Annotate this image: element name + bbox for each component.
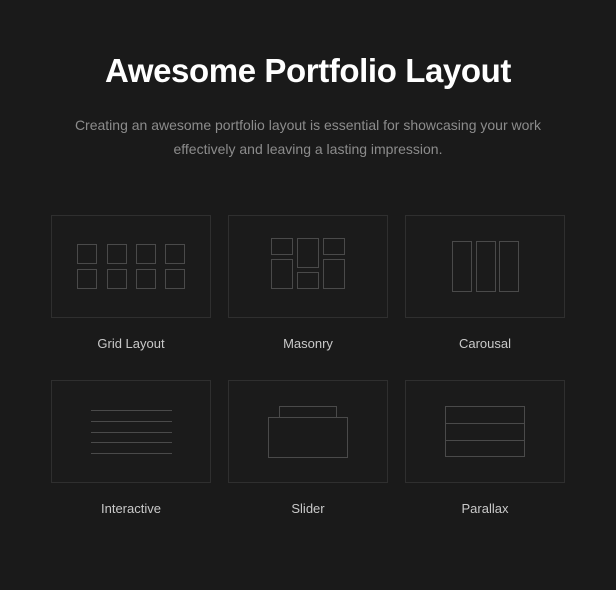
page-subtitle: Creating an awesome portfolio layout is … bbox=[74, 117, 542, 157]
card-preview-frame[interactable] bbox=[228, 215, 388, 318]
card-preview-frame[interactable] bbox=[405, 215, 565, 318]
card-label: Slider bbox=[291, 501, 325, 516]
card-label: Grid Layout bbox=[97, 336, 165, 351]
layout-card-grid: Grid Layout Masonry Carousal Interactive… bbox=[51, 215, 565, 517]
page-header: Awesome Portfolio Layout Creating an awe… bbox=[0, 0, 616, 161]
card-preview-frame[interactable] bbox=[51, 380, 211, 483]
layout-card-carousal[interactable]: Carousal bbox=[405, 215, 565, 352]
page-title: Awesome Portfolio Layout bbox=[104, 52, 511, 89]
card-preview-frame[interactable] bbox=[228, 380, 388, 483]
parallax-icon bbox=[445, 406, 525, 457]
card-label: Masonry bbox=[283, 336, 333, 351]
slider-icon bbox=[268, 405, 348, 458]
layout-card-parallax[interactable]: Parallax bbox=[405, 380, 565, 517]
layout-card-masonry[interactable]: Masonry bbox=[228, 215, 388, 352]
carousal-icon bbox=[451, 241, 519, 292]
card-label: Interactive bbox=[101, 501, 161, 516]
interactive-icon bbox=[90, 409, 172, 454]
card-label: Parallax bbox=[461, 501, 509, 516]
card-preview-frame[interactable] bbox=[405, 380, 565, 483]
masonry-icon bbox=[271, 237, 345, 289]
grid-layout-icon bbox=[77, 244, 185, 289]
portfolio-layout-page: Awesome Portfolio Layout Creating an awe… bbox=[0, 0, 616, 590]
layout-card-grid-layout[interactable]: Grid Layout bbox=[51, 215, 211, 352]
card-label: Carousal bbox=[458, 336, 512, 351]
card-preview-frame[interactable] bbox=[51, 215, 211, 318]
layout-card-interactive[interactable]: Interactive bbox=[51, 380, 211, 517]
layout-card-slider[interactable]: Slider bbox=[228, 380, 388, 517]
